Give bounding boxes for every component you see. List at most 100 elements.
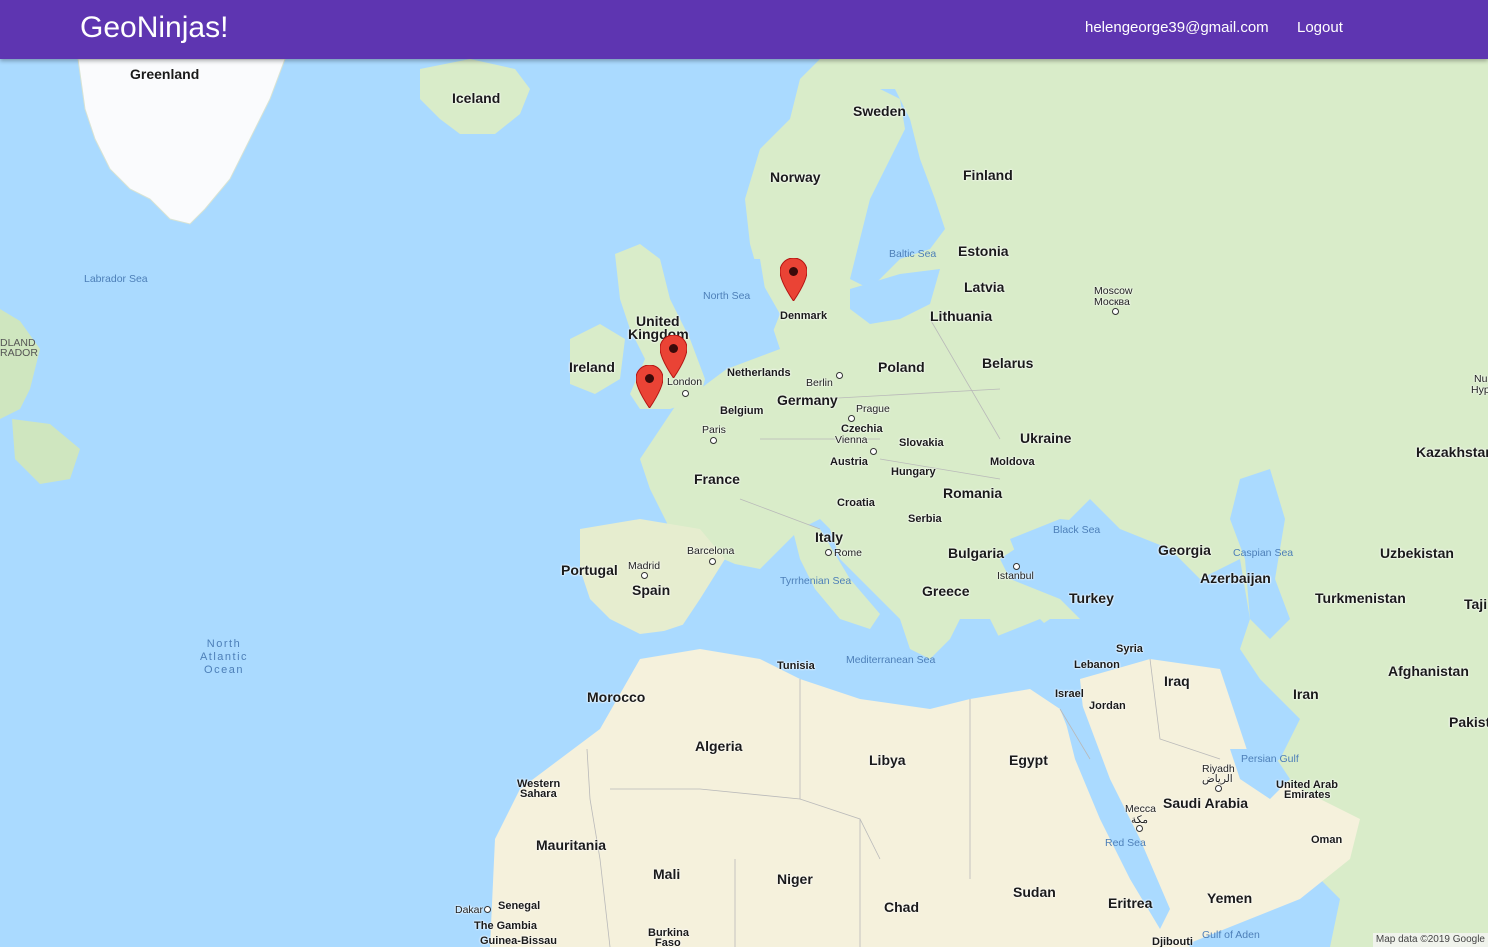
label-algeria: Algeria — [695, 738, 743, 754]
label-burkina-2: Faso — [655, 937, 681, 947]
label-estonia: Estonia — [958, 243, 1009, 259]
label-western-sahara-2: Sahara — [520, 788, 557, 800]
label-north-atlantic-ocean: North Atlantic Ocean — [199, 638, 249, 676]
label-city-dakar: Dakar — [455, 904, 484, 916]
label-rador: RADOR — [0, 347, 38, 359]
city-dot-moscow — [1112, 308, 1119, 315]
label-niger: Niger — [777, 871, 813, 887]
world-map[interactable]: Greenland Iceland Sweden Norway Finland … — [0, 59, 1488, 947]
label-yemen: Yemen — [1207, 890, 1253, 906]
label-austria: Austria — [830, 456, 868, 468]
label-germany: Germany — [777, 392, 838, 408]
label-city-vienna: Vienna — [835, 434, 868, 446]
label-uae-2: Emirates — [1284, 789, 1331, 801]
label-bulgaria: Bulgaria — [948, 545, 1005, 561]
label-black-sea: Black Sea — [1053, 524, 1101, 536]
label-hungary: Hungary — [891, 466, 936, 478]
city-dot-istanbul — [1013, 563, 1020, 570]
label-city-berlin: Berlin — [806, 377, 833, 389]
label-tajikistan: Taji — [1464, 596, 1488, 612]
label-egypt: Egypt — [1009, 752, 1048, 768]
label-guinea-bissau: Guinea-Bissau — [480, 935, 558, 947]
label-mauritania: Mauritania — [536, 837, 607, 853]
label-persian-gulf: Persian Gulf — [1241, 753, 1299, 765]
label-turkey: Turkey — [1069, 590, 1114, 606]
label-caspian-sea: Caspian Sea — [1233, 547, 1294, 559]
city-dot-rome — [825, 549, 832, 556]
label-lebanon: Lebanon — [1074, 659, 1120, 671]
top-navbar: GeoNinjas! helengeorge39@gmail.com Logou… — [0, 0, 1488, 59]
label-afghanistan: Afghanistan — [1388, 663, 1469, 679]
logout-button[interactable]: Logout — [1297, 18, 1343, 38]
label-labrador-sea: Labrador Sea — [84, 273, 148, 285]
label-kazakhstan: Kazakhstan — [1416, 444, 1488, 460]
label-poland: Poland — [878, 359, 925, 375]
label-pakistan: Pakist — [1449, 714, 1488, 730]
location-pin-wales[interactable] — [636, 365, 663, 408]
label-morocco: Morocco — [587, 689, 646, 705]
city-dot-london — [682, 390, 689, 397]
label-romania: Romania — [943, 485, 1003, 501]
label-iraq: Iraq — [1164, 673, 1190, 689]
city-dot-vienna — [870, 448, 877, 455]
city-dot-riyadh — [1215, 785, 1222, 792]
label-gulf-of-aden: Gulf of Aden — [1202, 929, 1260, 941]
label-city-rome: Rome — [834, 547, 863, 559]
map-attribution: Map data ©2019 Google — [1372, 933, 1488, 947]
label-gambia: The Gambia — [474, 920, 537, 932]
label-jordan: Jordan — [1089, 700, 1126, 712]
label-city-istanbul: Istanbul — [997, 570, 1034, 582]
label-latvia: Latvia — [964, 279, 1005, 295]
label-belgium: Belgium — [720, 405, 764, 417]
label-italy: Italy — [815, 529, 844, 545]
label-hyp: Hyp — [1471, 384, 1488, 396]
label-iran: Iran — [1293, 686, 1319, 702]
city-dot-mecca — [1136, 825, 1143, 832]
label-greece: Greece — [922, 583, 970, 599]
label-djibouti: Djibouti — [1152, 936, 1193, 947]
label-norway: Norway — [770, 169, 821, 185]
label-azerbaijan: Azerbaijan — [1200, 570, 1271, 586]
label-ukraine: Ukraine — [1020, 430, 1072, 446]
label-sweden: Sweden — [853, 103, 906, 119]
city-dot-barcelona — [709, 558, 716, 565]
label-syria: Syria — [1116, 643, 1143, 655]
user-email: helengeorge39@gmail.com — [1085, 19, 1269, 36]
label-portugal: Portugal — [561, 562, 618, 578]
label-serbia: Serbia — [908, 513, 942, 525]
label-red-sea: Red Sea — [1105, 837, 1146, 849]
city-dot-berlin — [836, 372, 843, 379]
brand-logo[interactable]: GeoNinjas! — [80, 10, 228, 46]
label-libya: Libya — [869, 752, 906, 768]
label-city-madrid: Madrid — [628, 560, 661, 572]
label-mali: Mali — [653, 866, 681, 882]
label-denmark: Denmark — [780, 310, 828, 322]
label-lithuania: Lithuania — [930, 308, 993, 324]
label-slovakia: Slovakia — [899, 437, 944, 449]
label-eritrea: Eritrea — [1108, 895, 1153, 911]
label-croatia: Croatia — [837, 497, 875, 509]
label-israel: Israel — [1055, 688, 1084, 700]
location-pin-england[interactable] — [660, 335, 687, 378]
label-spain: Spain — [632, 582, 671, 598]
label-city-prague: Prague — [856, 403, 890, 415]
label-city-moscow-2: Москва — [1094, 296, 1130, 308]
label-netherlands: Netherlands — [727, 367, 791, 379]
label-moldova: Moldova — [990, 456, 1035, 468]
label-greenland: Greenland — [130, 66, 200, 82]
map-base-layer — [0, 59, 1488, 947]
label-iceland: Iceland — [452, 90, 501, 106]
label-uzbekistan: Uzbekistan — [1380, 545, 1454, 561]
city-dot-paris — [710, 437, 717, 444]
city-dot-dakar — [484, 906, 491, 913]
label-ireland: Ireland — [569, 359, 615, 375]
label-city-riyadh-2: الرياض — [1202, 773, 1233, 785]
label-senegal: Senegal — [498, 900, 541, 912]
label-belarus: Belarus — [982, 355, 1034, 371]
label-city-paris: Paris — [702, 424, 726, 436]
label-city-barcelona: Barcelona — [687, 545, 735, 557]
location-pin-denmark[interactable] — [780, 258, 807, 301]
label-tyrrhenian-sea: Tyrrhenian Sea — [780, 575, 852, 587]
label-tunisia: Tunisia — [777, 660, 815, 672]
label-finland: Finland — [963, 167, 1013, 183]
